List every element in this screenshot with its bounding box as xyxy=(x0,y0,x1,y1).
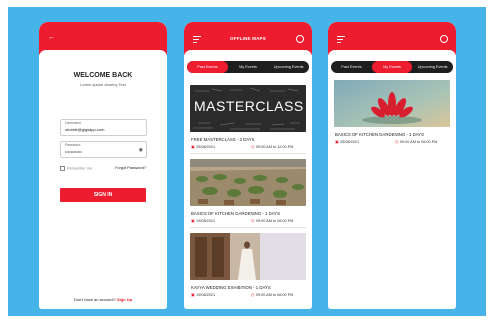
username-field[interactable]: Username shobile@gigsapp.com xyxy=(60,119,147,136)
event-time: ◷ 09:00 AM to 06:00 PM xyxy=(395,139,437,144)
tab-past-events[interactable]: Past Events xyxy=(331,61,372,73)
event-time-text: 09:00 AM to 12:00 PM xyxy=(255,145,294,149)
event-date: ▣ 25/08/2021 xyxy=(335,139,359,144)
login-sheet xyxy=(39,50,167,309)
event-date: ▣ 25/08/2021 xyxy=(191,144,215,149)
clock-icon: ◷ xyxy=(251,219,255,223)
wedding-image[interactable] xyxy=(190,233,306,280)
calendar-icon: ▣ xyxy=(191,145,195,149)
garden-photo xyxy=(190,159,306,206)
lotus-image[interactable] xyxy=(334,80,450,127)
gear-icon[interactable] xyxy=(440,35,448,43)
username-label: Username xyxy=(65,121,82,125)
event-date-text: 25/08/2021 xyxy=(340,140,360,144)
password-field[interactable]: Password •••••••••••• ◉ xyxy=(60,141,147,158)
arrow-left-icon[interactable]: ← xyxy=(48,34,55,42)
event-title: BASICS OF KITCHEN GARDENING - 1 DAYS xyxy=(191,211,280,216)
calendar-icon: ▣ xyxy=(191,219,195,223)
tab-upcoming-events[interactable]: Upcoming Events xyxy=(268,61,309,73)
card-divider xyxy=(190,153,306,154)
remember-me-checkbox[interactable]: Remember me xyxy=(60,166,92,171)
tab-upcoming-events[interactable]: Upcoming Events xyxy=(412,61,453,73)
event-time: ◷ 09:00 AM to 06:00 PM xyxy=(251,292,293,297)
event-title: BASICS OF KITCHEN GARDENING - 1 DAYS xyxy=(335,132,424,137)
no-account-text: Don't have an account? xyxy=(73,297,116,302)
clock-icon: ◷ xyxy=(395,140,399,144)
event-title: FREE MASTERCLASS - 3 DAYS xyxy=(191,137,255,142)
event-date-text: 19/08/2021 xyxy=(196,293,216,297)
welcome-subtitle: Lorem ipsum dummy Text xyxy=(80,82,126,87)
my-events-tab-bar: Past Events My Events Upcoming Events xyxy=(331,61,453,73)
password-value[interactable]: •••••••••••• xyxy=(65,149,82,154)
menu-icon[interactable] xyxy=(337,36,345,43)
event-time-text: 09:00 AM to 06:00 PM xyxy=(255,219,294,223)
event-date-text: 19/08/2021 xyxy=(196,219,216,223)
forgot-password-link[interactable]: Forgot Password? xyxy=(115,166,146,170)
login-screen: ← WELCOME BACK Lorem ipsum dummy Text Us… xyxy=(39,22,167,309)
remember-label: Remember me xyxy=(67,166,93,171)
event-date: ▣ 19/08/2021 xyxy=(191,218,215,223)
masterclass-image[interactable]: MASTERCLASS xyxy=(190,85,306,132)
event-time: ◷ 09:00 AM to 06:00 PM xyxy=(251,218,293,223)
event-date-text: 25/08/2021 xyxy=(196,145,216,149)
tab-past-events[interactable]: Past Events xyxy=(187,61,228,73)
checkbox-icon[interactable] xyxy=(60,166,65,171)
eye-icon[interactable]: ◉ xyxy=(139,147,143,153)
signup-prompt: Don't have an account? Sign Up xyxy=(39,297,167,302)
card-divider xyxy=(190,227,306,228)
garden-image[interactable] xyxy=(190,159,306,206)
masterclass-image-text: MASTERCLASS xyxy=(194,98,304,114)
event-time-text: 09:00 AM to 06:00 PM xyxy=(399,140,438,144)
calendar-icon: ▣ xyxy=(335,140,339,144)
clock-icon: ◷ xyxy=(251,293,255,297)
past-events-screen: OFFLINE MAPS Past Events My Events Upcom… xyxy=(184,22,312,309)
gear-icon[interactable] xyxy=(296,35,304,43)
clock-icon: ◷ xyxy=(251,145,255,149)
wedding-photo xyxy=(190,233,306,280)
event-title: KAVYA WEDDING EXHIBITION - 1 DAYS xyxy=(191,285,271,290)
sign-up-link[interactable]: Sign Up xyxy=(117,297,132,302)
tab-my-events[interactable]: My Events xyxy=(371,61,413,73)
username-value[interactable]: shobile@gigsapp.com xyxy=(65,127,104,132)
calendar-icon: ▣ xyxy=(191,293,195,297)
lotus-photo xyxy=(334,80,450,127)
events-title: OFFLINE MAPS xyxy=(230,36,266,41)
welcome-heading: WELCOME BACK xyxy=(73,72,133,79)
tab-my-events[interactable]: My Events xyxy=(228,61,269,73)
event-date: ▣ 19/08/2021 xyxy=(191,292,215,297)
sign-in-button[interactable]: SIGN IN xyxy=(60,188,146,202)
password-label: Password xyxy=(65,143,81,147)
event-time-text: 09:00 AM to 06:00 PM xyxy=(255,293,294,297)
showcase-background: ← WELCOME BACK Lorem ipsum dummy Text Us… xyxy=(8,7,486,316)
events-tab-bar: Past Events My Events Upcoming Events xyxy=(187,61,309,73)
event-time: ◷ 09:00 AM to 12:00 PM xyxy=(251,144,293,149)
my-events-screen: Past Events My Events Upcoming Events BA… xyxy=(328,22,456,309)
